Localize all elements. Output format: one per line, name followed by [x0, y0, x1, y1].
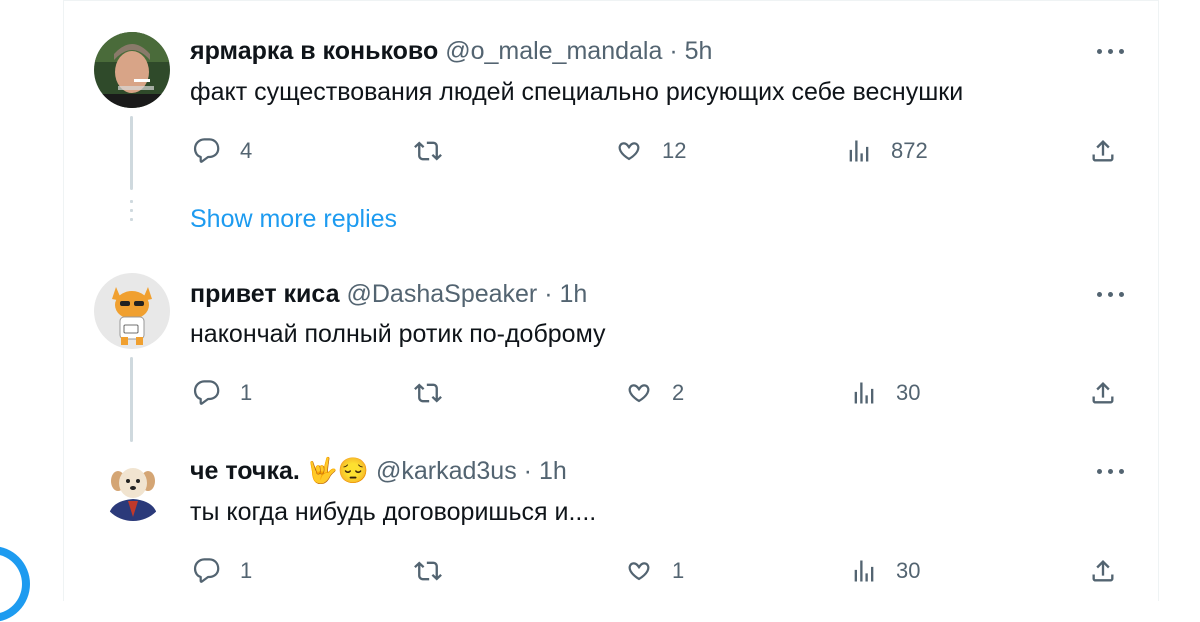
share-icon — [1092, 560, 1114, 582]
heart-icon — [618, 142, 640, 161]
handle[interactable]: @o_male_mandala — [445, 37, 662, 65]
timestamp[interactable]: 1h — [560, 280, 588, 308]
top-divider — [63, 0, 1159, 1]
display-name[interactable]: че точка. — [190, 457, 300, 485]
retweet-button[interactable] — [412, 137, 462, 165]
tweet-header: че точка. 🤟😔 @karkad3us · 1h — [190, 456, 567, 486]
retweet-icon — [414, 561, 442, 581]
handle[interactable]: @DashaSpeaker — [347, 280, 538, 308]
retweet-button[interactable] — [412, 379, 462, 407]
share-icon — [1092, 140, 1114, 162]
like-button[interactable]: 12 — [614, 137, 686, 165]
avatar[interactable] — [94, 273, 170, 349]
more-icon[interactable] — [1097, 289, 1127, 299]
more-icon[interactable] — [1097, 46, 1127, 56]
reply-button[interactable]: 4 — [192, 137, 252, 165]
thread-line — [130, 116, 133, 190]
reply-icon — [193, 558, 220, 583]
heart-icon — [628, 562, 650, 581]
share-button[interactable] — [1089, 137, 1117, 165]
tweet-header: привет киса @DashaSpeaker · 1h — [190, 279, 587, 309]
tweet-header: ярмарка в коньково @o_male_mandala · 5h — [190, 36, 712, 66]
reply-count: 4 — [240, 138, 253, 163]
retweet-button[interactable] — [412, 557, 462, 585]
display-name[interactable]: привет киса — [190, 280, 340, 308]
timestamp[interactable]: 1h — [539, 457, 567, 485]
like-count: 12 — [662, 138, 687, 163]
tweet-text: накончай полный ротик по-доброму — [190, 320, 606, 348]
separator: · — [669, 37, 678, 65]
avatar[interactable] — [100, 455, 166, 521]
name-emoji: 🤟😔 — [306, 457, 370, 485]
views-icon — [854, 382, 874, 404]
retweet-icon — [414, 383, 442, 403]
reply-count: 1 — [240, 558, 253, 583]
views-button[interactable]: 872 — [845, 137, 928, 165]
like-button[interactable]: 1 — [624, 557, 684, 585]
handle[interactable]: @karkad3us — [376, 457, 517, 485]
views-count: 30 — [896, 380, 921, 405]
views-count: 872 — [891, 138, 928, 163]
separator: · — [523, 457, 532, 485]
retweet-icon — [414, 141, 442, 161]
avatar[interactable] — [94, 32, 170, 108]
share-icon — [1092, 382, 1114, 404]
views-count: 30 — [896, 558, 921, 583]
heart-icon — [628, 384, 650, 403]
show-more-replies-link[interactable]: Show more replies — [190, 205, 397, 234]
views-icon — [854, 560, 874, 582]
views-icon — [849, 140, 869, 162]
share-button[interactable] — [1089, 557, 1117, 585]
tweet-text: ты когда нибудь договоришься и.... — [190, 498, 597, 526]
tweet-text: факт существования людей специально рису… — [190, 78, 964, 106]
reply-count: 1 — [240, 380, 253, 405]
more-icon[interactable] — [1097, 466, 1127, 476]
reply-icon — [193, 380, 220, 405]
thread-line-dotted — [130, 200, 133, 227]
separator: · — [544, 280, 553, 308]
reply-icon — [193, 138, 220, 163]
timestamp[interactable]: 5h — [685, 37, 713, 65]
views-button[interactable]: 30 — [850, 379, 920, 407]
share-button[interactable] — [1089, 379, 1117, 407]
column-border-left — [63, 0, 64, 601]
thread-line — [130, 357, 133, 442]
like-count: 1 — [672, 558, 685, 583]
reply-button[interactable]: 1 — [192, 379, 252, 407]
column-border-right — [1158, 0, 1159, 601]
like-button[interactable]: 2 — [624, 379, 684, 407]
display-name[interactable]: ярмарка в коньково — [190, 37, 438, 65]
reply-button[interactable]: 1 — [192, 557, 252, 585]
views-button[interactable]: 30 — [850, 557, 920, 585]
like-count: 2 — [672, 380, 685, 405]
